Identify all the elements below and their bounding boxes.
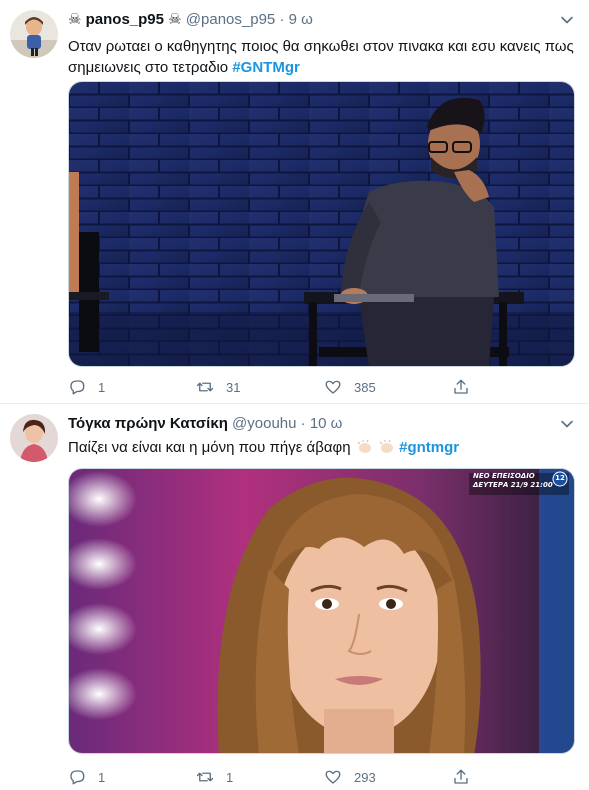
tweet-body: Οταν ρωταει ο καθηγητης ποιος θα σηκωθει…: [68, 38, 574, 76]
chevron-down-icon[interactable]: [559, 416, 575, 432]
retweet-icon: [196, 772, 214, 782]
like-button[interactable]: 293: [324, 768, 452, 786]
tweet-actions: 1 31 385: [68, 376, 508, 398]
avatar[interactable]: [10, 10, 58, 58]
tweet-actions: 1 1 293: [68, 766, 508, 788]
handle[interactable]: @panos_p95: [186, 11, 275, 28]
reply-count: 1: [98, 769, 106, 785]
heart-icon: [325, 380, 341, 394]
retweet-count: 1: [226, 769, 234, 785]
skull-crossbones-icon: ☠: [68, 11, 82, 28]
skull-crossbones-icon: ☠: [168, 11, 182, 28]
clapping-hands-icon: [379, 440, 393, 453]
timestamp[interactable]: 10 ω: [310, 415, 343, 432]
display-name[interactable]: Τόγκα πρώην Κατσίκη: [68, 415, 228, 432]
reply-count: 1: [98, 379, 106, 395]
handle[interactable]: @yoouhu: [232, 415, 296, 432]
tweet-media-image[interactable]: ΝΕΟ ΕΠΕΙΣΟΔΙΟ ΔΕΥΤΕΡΑ 21/9 21:00 12: [68, 468, 575, 754]
tweet[interactable]: ☠ panos_p95 ☠ @panos_p95 · 9 ω Οταν ρωτα…: [0, 0, 589, 404]
tweet-header: ☠ panos_p95 ☠ @panos_p95 · 9 ω: [68, 10, 549, 30]
tweet-text: Παίζει να είναι και η μόνη που πήγε άβαφ…: [68, 437, 575, 458]
chevron-down-icon[interactable]: [559, 12, 575, 28]
share-icon: [454, 769, 468, 784]
hashtag-link[interactable]: #GNTMgr: [232, 59, 300, 76]
like-count: 385: [354, 379, 376, 395]
tweet-text: Οταν ρωταει ο καθηγητης ποιος θα σηκωθει…: [68, 36, 575, 78]
overlay-line-2: ΔΕΥΤΕΡΑ 21/9 21:00: [473, 481, 553, 489]
channel-badge: 12: [555, 474, 565, 482]
overlay-line-1: ΝΕΟ ΕΠΕΙΣΟΔΙΟ: [473, 472, 535, 480]
separator-dot: ·: [300, 415, 306, 432]
tweet-header: Τόγκα πρώην Κατσίκη @yoouhu · 10 ω: [68, 414, 549, 434]
retweet-button[interactable]: 1: [196, 768, 324, 786]
tweet[interactable]: Τόγκα πρώην Κατσίκη @yoouhu · 10 ω Παίζε…: [0, 404, 589, 790]
heart-icon: [325, 770, 341, 784]
broadcast-overlay-text: ΝΕΟ ΕΠΕΙΣΟΔΙΟ ΔΕΥΤΕΡΑ 21/9 21:00: [473, 472, 553, 490]
share-icon: [454, 379, 468, 394]
tweet-body: Παίζει να είναι και η μόνη που πήγε άβαφ…: [68, 439, 351, 456]
retweet-button[interactable]: 31: [196, 378, 324, 396]
retweet-icon: [196, 382, 214, 392]
avatar[interactable]: [10, 414, 58, 462]
share-button[interactable]: [452, 768, 492, 786]
clapping-hands-icon: [357, 440, 371, 453]
like-count: 293: [354, 769, 376, 785]
tweet-media-image[interactable]: [68, 81, 575, 367]
reply-icon: [70, 380, 85, 395]
retweet-count: 31: [226, 379, 241, 395]
reply-icon: [70, 770, 85, 785]
reply-button[interactable]: 1: [68, 378, 196, 396]
hashtag-link[interactable]: #gntmgr: [399, 439, 459, 456]
display-name[interactable]: panos_p95: [86, 11, 164, 28]
timestamp[interactable]: 9 ω: [289, 11, 313, 28]
share-button[interactable]: [452, 378, 492, 396]
reply-button[interactable]: 1: [68, 768, 196, 786]
separator-dot: ·: [279, 11, 285, 28]
like-button[interactable]: 385: [324, 378, 452, 396]
